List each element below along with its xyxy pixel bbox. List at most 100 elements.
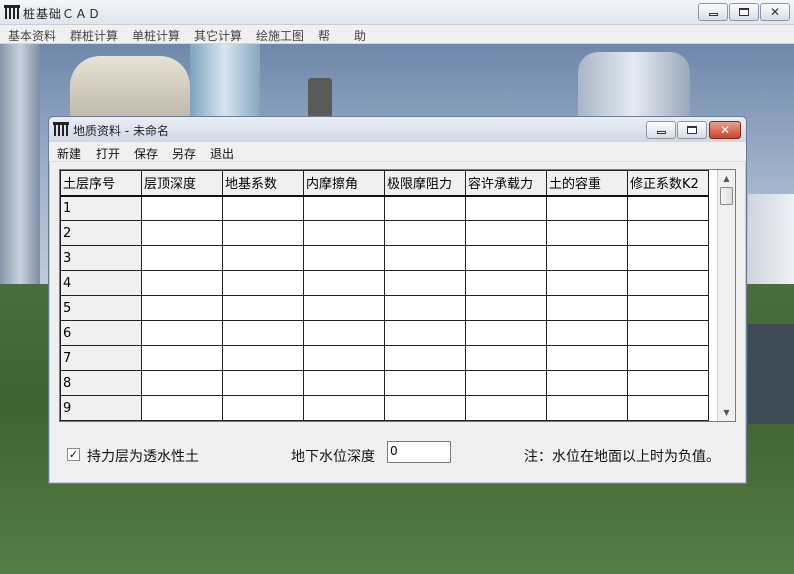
menu-other-calc[interactable]: 其它计算 <box>194 27 242 44</box>
grid-cell[interactable] <box>384 345 466 371</box>
grid-cell[interactable] <box>303 370 385 396</box>
main-maximize-button[interactable] <box>729 3 759 21</box>
main-minimize-button[interactable] <box>698 3 728 21</box>
grid-cell[interactable] <box>546 295 628 321</box>
grid-cell[interactable] <box>384 395 466 421</box>
water-level-note: 注：水位在地面以上时为负值。 <box>524 449 720 465</box>
grid-cell[interactable] <box>465 395 547 421</box>
menu-save[interactable]: 保存 <box>134 145 158 162</box>
grid-cell[interactable] <box>546 370 628 396</box>
menu-single-pile[interactable]: 单桩计算 <box>132 27 180 44</box>
dialog-minimize-button[interactable] <box>646 121 676 139</box>
grid-vertical-scrollbar[interactable]: ▲ ▼ <box>717 170 735 421</box>
grid-cell[interactable] <box>141 295 223 321</box>
road-overpass <box>748 324 794 424</box>
grid-body: 123456789 <box>60 195 709 421</box>
menu-drawings[interactable]: 绘施工图 <box>256 27 304 44</box>
row-number-cell: 3 <box>60 245 142 271</box>
grid-cell[interactable] <box>303 345 385 371</box>
menu-basic-data[interactable]: 基本资料 <box>8 27 56 44</box>
grid-cell[interactable] <box>627 395 709 421</box>
grid-cell[interactable] <box>465 370 547 396</box>
grid-cell[interactable] <box>222 370 304 396</box>
grid-cell[interactable] <box>627 245 709 271</box>
grid-cell[interactable] <box>303 220 385 246</box>
main-menu-bar: 基本资料 群桩计算 单桩计算 其它计算 绘施工图 帮 助 <box>0 25 794 44</box>
grid-cell[interactable] <box>465 345 547 371</box>
grid-cell[interactable] <box>303 270 385 296</box>
grid-cell[interactable] <box>546 345 628 371</box>
grid-cell[interactable] <box>627 220 709 246</box>
grid-cell[interactable] <box>546 245 628 271</box>
close-icon: ✕ <box>719 123 731 137</box>
dialog-maximize-button[interactable] <box>677 121 707 139</box>
grid-cell[interactable] <box>303 195 385 221</box>
grid-cell[interactable] <box>384 245 466 271</box>
scroll-down-arrow-icon[interactable]: ▼ <box>718 404 735 420</box>
menu-open[interactable]: 打开 <box>96 145 120 162</box>
grid-cell[interactable] <box>303 295 385 321</box>
grid-cell[interactable] <box>222 345 304 371</box>
grid-column-header: 内摩擦角 <box>303 170 385 197</box>
grid-cell[interactable] <box>465 320 547 346</box>
grid-cell[interactable] <box>222 245 304 271</box>
geology-dialog: 地质资料 - 未命名 ✕ 新建 打开 保存 另存 退出 土层序号 层顶深度 地基系数… <box>48 116 747 484</box>
pile-foundation-icon <box>4 5 20 19</box>
grid-cell[interactable] <box>384 195 466 221</box>
grid-cell[interactable] <box>222 395 304 421</box>
building-center-tower <box>190 44 260 119</box>
grid-cell[interactable] <box>465 220 547 246</box>
grid-cell[interactable] <box>141 195 223 221</box>
menu-group-pile[interactable]: 群桩计算 <box>70 27 118 44</box>
grid-cell[interactable] <box>627 195 709 221</box>
menu-exit[interactable]: 退出 <box>210 145 234 162</box>
grid-cell[interactable] <box>222 220 304 246</box>
grid-cell[interactable] <box>384 370 466 396</box>
menu-new[interactable]: 新建 <box>57 145 81 162</box>
grid-cell[interactable] <box>222 320 304 346</box>
grid-cell[interactable] <box>627 270 709 296</box>
grid-cell[interactable] <box>627 295 709 321</box>
grid-cell[interactable] <box>465 270 547 296</box>
grid-cell[interactable] <box>465 295 547 321</box>
grid-cell[interactable] <box>384 220 466 246</box>
permeable-soil-checkbox[interactable]: ✓ <box>67 448 80 461</box>
grid-cell[interactable] <box>465 195 547 221</box>
grid-cell[interactable] <box>141 220 223 246</box>
grid-cell[interactable] <box>627 320 709 346</box>
grid-cell[interactable] <box>546 320 628 346</box>
grid-cell[interactable] <box>141 245 223 271</box>
water-depth-input[interactable]: 0 <box>387 441 451 463</box>
grid-cell[interactable] <box>222 295 304 321</box>
grid-cell[interactable] <box>384 320 466 346</box>
grid-cell[interactable] <box>303 395 385 421</box>
grid-cell[interactable] <box>546 270 628 296</box>
grid-cell[interactable] <box>141 370 223 396</box>
grid-cell[interactable] <box>465 245 547 271</box>
menu-help-1[interactable]: 帮 <box>318 27 330 44</box>
grid-cell[interactable] <box>141 320 223 346</box>
table-row: 4 <box>60 270 709 296</box>
grid-cell[interactable] <box>303 245 385 271</box>
grid-cell[interactable] <box>384 270 466 296</box>
grid-cell[interactable] <box>627 370 709 396</box>
grid-cell[interactable] <box>141 345 223 371</box>
menu-help-2[interactable]: 助 <box>354 27 366 44</box>
grid-cell[interactable] <box>303 320 385 346</box>
grid-cell[interactable] <box>384 295 466 321</box>
grid-cell[interactable] <box>141 395 223 421</box>
grid-cell[interactable] <box>141 270 223 296</box>
grid-cell[interactable] <box>627 345 709 371</box>
grid-cell[interactable] <box>546 220 628 246</box>
grid-cell[interactable] <box>546 195 628 221</box>
dialog-close-button[interactable]: ✕ <box>709 121 741 139</box>
table-row: 6 <box>60 320 709 346</box>
scroll-thumb[interactable] <box>720 187 733 205</box>
scroll-up-arrow-icon[interactable]: ▲ <box>718 170 735 186</box>
main-close-button[interactable]: ✕ <box>760 3 790 21</box>
grid-cell[interactable] <box>222 195 304 221</box>
grid-cell[interactable] <box>222 270 304 296</box>
pile-foundation-icon <box>53 122 69 136</box>
grid-cell[interactable] <box>546 395 628 421</box>
menu-save-as[interactable]: 另存 <box>172 145 196 162</box>
